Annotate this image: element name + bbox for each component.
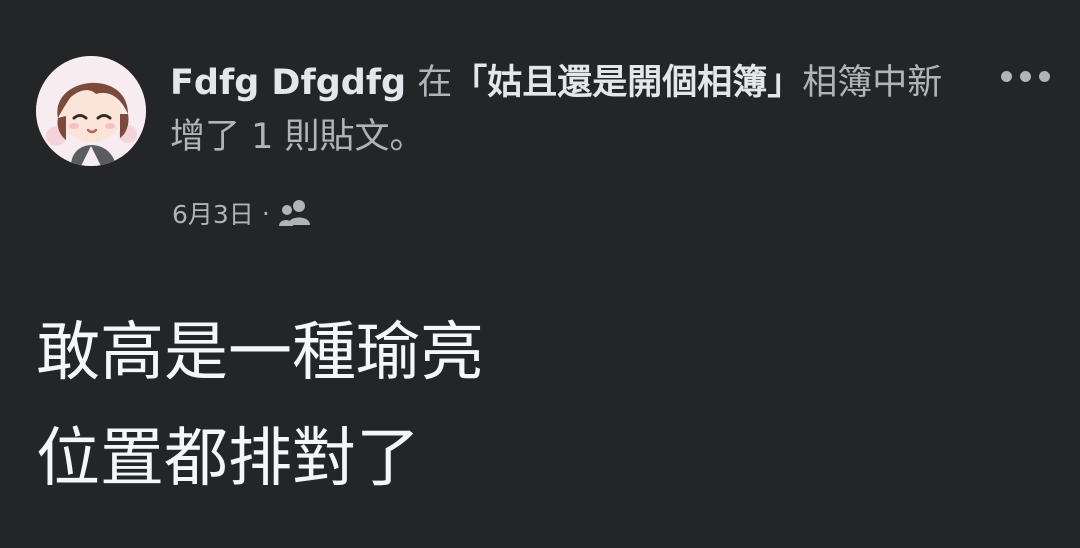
friends-icon[interactable]: [278, 199, 312, 227]
post-meta: 6月3日 ·: [172, 193, 312, 233]
post-date[interactable]: 6月3日: [172, 195, 254, 231]
post-body-line-2: 位置都排對了: [36, 422, 420, 496]
avatar-image: [36, 56, 146, 166]
album-name[interactable]: 「姑且還是開個相簿」: [452, 63, 802, 103]
author-name[interactable]: Fdfg Dfgdfg: [170, 63, 406, 103]
more-options-icon: [1000, 70, 1012, 82]
more-options-icon-dot: [1019, 70, 1031, 82]
post-card: Fdfg Dfgdfg 在「姑且還是開個相簿」相簿中新增了 1 則貼文。 6月3…: [0, 0, 1080, 548]
action-prefix: 在: [417, 63, 453, 103]
avatar[interactable]: [36, 56, 146, 166]
meta-separator: ·: [261, 198, 270, 228]
post-body: 敢高是一種瑜亮 位置都排對了: [36, 300, 1036, 512]
more-options-button[interactable]: [990, 56, 1060, 96]
post-body-line-1: 敢高是一種瑜亮: [36, 316, 484, 390]
more-options-icon-dot: [1038, 70, 1050, 82]
post-header-text: Fdfg Dfgdfg 在「姑且還是開個相簿」相簿中新增了 1 則貼文。: [170, 56, 960, 164]
